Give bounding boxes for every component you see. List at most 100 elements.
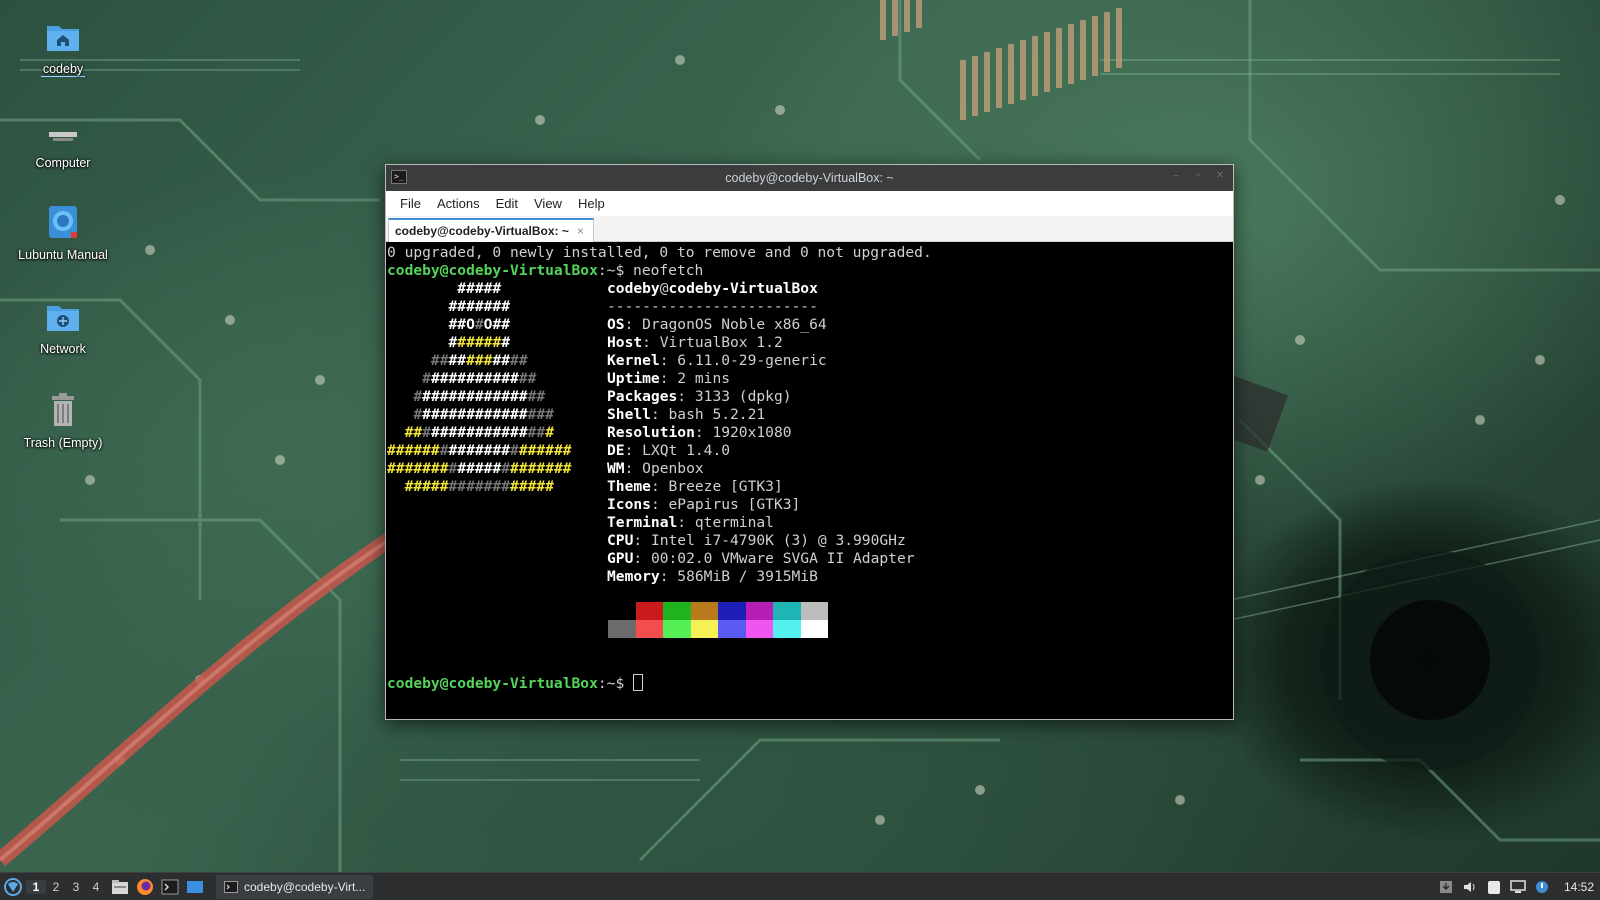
desktop-icon-home[interactable]: codeby [8, 16, 118, 77]
menu-view[interactable]: View [526, 196, 570, 211]
prompt-user: codeby@codeby-VirtualBox [387, 262, 598, 279]
active-prompt-line: codeby@codeby-VirtualBox:~$ [387, 674, 644, 692]
computer-icon [43, 110, 83, 150]
color-swatch [745, 620, 773, 638]
task-label: codeby@codeby-Virt... [244, 879, 366, 894]
workspace-1[interactable]: 1 [26, 879, 46, 894]
color-swatch [690, 620, 718, 638]
desktop-icon-network[interactable]: Network [8, 296, 118, 356]
neofetch-header: codeby@codeby-VirtualBox [607, 280, 818, 297]
notification-icon[interactable] [1534, 879, 1550, 895]
lubuntu-logo-icon [4, 877, 22, 896]
info-row: Kernel: 6.11.0-29-generic [607, 352, 827, 369]
desktop-icon-label: Network [40, 342, 86, 356]
tab-terminal[interactable]: codeby@codeby-VirtualBox: ~ × [388, 218, 594, 242]
menu-help[interactable]: Help [570, 196, 613, 211]
color-swatch [718, 620, 746, 638]
desktop-icon-label: Trash (Empty) [23, 436, 103, 450]
info-row: Theme: Breeze [GTK3] [607, 478, 783, 495]
network-folder-icon [43, 296, 83, 336]
terminal-output[interactable]: 0 upgraded, 0 newly installed, 0 to remo… [386, 242, 1233, 719]
info-row: Memory: 586MiB / 3915MiB [607, 568, 818, 585]
menu-actions[interactable]: Actions [429, 196, 488, 211]
neofetch-separator: ------------------------ [607, 298, 818, 315]
color-swatch [635, 620, 663, 638]
workspace-4[interactable]: 4 [86, 880, 106, 894]
desktop-icon-manual[interactable]: Lubuntu Manual [8, 202, 118, 262]
desktop-icon-label: codeby [40, 62, 86, 77]
color-palette-bottom [608, 620, 828, 638]
menu-file[interactable]: File [392, 196, 429, 211]
trash-icon [43, 390, 83, 430]
maximize-button[interactable]: ▫ [1193, 171, 1203, 181]
info-row: Uptime: 2 mins [607, 370, 731, 387]
text-cursor [633, 674, 644, 691]
taskbar: 1 2 3 4 codeby@codeby-Virt... 14:52 [0, 872, 1600, 900]
menu-edit[interactable]: Edit [488, 196, 526, 211]
color-swatch [773, 620, 801, 638]
info-row: Host: VirtualBox 1.2 [607, 334, 783, 351]
desktop-icon-label: Lubuntu Manual [18, 248, 108, 262]
taskbar-task-terminal[interactable]: codeby@codeby-Virt... [216, 874, 374, 899]
system-tray: 14:52 [1438, 879, 1600, 895]
desktop-icon-trash[interactable]: Trash (Empty) [8, 390, 118, 450]
manual-book-icon [43, 202, 83, 242]
show-desktop-launcher[interactable] [184, 876, 206, 898]
desktop-icon-label: Computer [35, 156, 91, 170]
prompt-separator: :~$ [597, 262, 634, 279]
info-row: Icons: ePapirus [GTK3] [607, 496, 801, 513]
color-swatch [608, 620, 636, 638]
command-text: neofetch [633, 262, 704, 279]
desktop-icon [187, 880, 203, 893]
window-titlebar[interactable]: >_ codeby@codeby-VirtualBox: ~ – ▫ ✕ [386, 165, 1233, 191]
color-swatch [773, 602, 801, 620]
update-icon[interactable] [1438, 879, 1454, 895]
info-row: Shell: bash 5.2.21 [607, 406, 766, 423]
clock[interactable]: 14:52 [1564, 880, 1594, 894]
workspace-3[interactable]: 3 [66, 880, 86, 894]
start-menu-button[interactable] [0, 874, 26, 900]
close-button[interactable]: ✕ [1215, 171, 1225, 181]
color-swatch [663, 620, 691, 638]
firefox-launcher[interactable] [134, 876, 156, 898]
info-row: Resolution: 1920x1080 [607, 424, 792, 441]
clipboard-icon[interactable] [1486, 879, 1502, 895]
volume-icon[interactable] [1462, 879, 1478, 895]
workspace-2[interactable]: 2 [46, 880, 66, 894]
tab-bar: codeby@codeby-VirtualBox: ~ × [386, 216, 1233, 242]
terminal-app-icon[interactable]: >_ [391, 170, 407, 184]
network-status-icon[interactable] [1510, 879, 1526, 895]
firefox-icon [137, 878, 153, 895]
minimize-button[interactable]: – [1171, 171, 1181, 181]
apt-summary-line: 0 upgraded, 0 newly installed, 0 to remo… [387, 244, 932, 261]
prompt-separator: :~$ [597, 675, 634, 692]
desktop-icon-computer[interactable]: Computer [8, 110, 118, 170]
tab-label: codeby@codeby-VirtualBox: ~ [395, 224, 569, 238]
color-swatch [800, 620, 828, 638]
info-row: WM: Openbox [607, 460, 704, 477]
color-swatch [608, 602, 636, 620]
home-folder-icon [43, 16, 83, 56]
color-palette-top [608, 602, 828, 620]
color-swatch [690, 602, 718, 620]
file-manager-icon [112, 879, 128, 894]
file-manager-launcher[interactable] [109, 876, 131, 898]
color-swatch [663, 602, 691, 620]
color-swatch [800, 602, 828, 620]
info-row: Terminal: qterminal [607, 514, 774, 531]
color-swatch [635, 602, 663, 620]
tab-close-icon[interactable]: × [577, 224, 584, 238]
terminal-icon [161, 879, 179, 894]
info-row: CPU: Intel i7-4790K (3) @ 3.990GHz [607, 532, 906, 549]
info-row: DE: LXQt 1.4.0 [607, 442, 731, 459]
color-swatch [745, 602, 773, 620]
window-title: codeby@codeby-VirtualBox: ~ [725, 171, 894, 185]
color-swatch [718, 602, 746, 620]
prompt-user: codeby@codeby-VirtualBox [387, 675, 598, 692]
info-row: OS: DragonOS Noble x86_64 [607, 316, 827, 333]
terminal-launcher[interactable] [159, 876, 181, 898]
info-row: Packages: 3133 (dpkg) [607, 388, 792, 405]
command-line: codeby@codeby-VirtualBox:~$ neofetch [387, 262, 703, 280]
menu-bar: File Actions Edit View Help [386, 191, 1233, 216]
terminal-window[interactable]: >_ codeby@codeby-VirtualBox: ~ – ▫ ✕ Fil… [385, 164, 1234, 720]
